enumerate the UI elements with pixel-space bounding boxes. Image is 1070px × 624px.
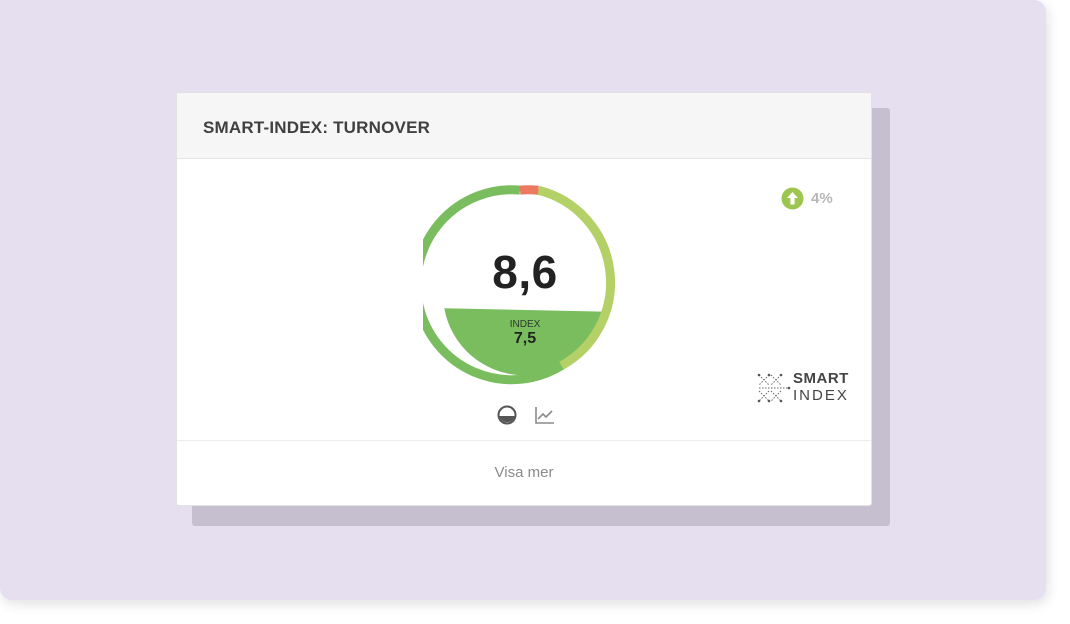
gauge-value: 8,6 (492, 246, 558, 298)
logo-line-2: INDEX (793, 387, 849, 404)
index-gauge: 8,6 INDEX 7,5 (412, 183, 627, 387)
show-more-link[interactable]: Visa mer (177, 464, 871, 481)
gauge-arc-marker (519, 185, 539, 195)
gauge-index-value: 7,5 (513, 330, 537, 347)
view-toggle (493, 403, 559, 427)
arrow-up-circle-icon (781, 187, 804, 210)
card-header: SMART-INDEX: TURNOVER (177, 93, 871, 159)
smart-index-logo-text: SMART INDEX (793, 370, 849, 404)
smart-index-card: SMART-INDEX: TURNOVER 8,6 INDEX 7,5 4% S… (176, 92, 872, 506)
line-chart-icon[interactable] (533, 403, 557, 427)
gauge-view-icon[interactable] (495, 403, 519, 427)
smart-index-logo-mark-icon (757, 373, 791, 403)
gauge-index-label: INDEX (509, 319, 541, 330)
logo-line-1: SMART (793, 370, 849, 387)
smart-index-logo: SMART INDEX (757, 370, 849, 406)
card-title: SMART-INDEX: TURNOVER (203, 118, 431, 137)
trend-indicator: 4% (781, 187, 833, 209)
trend-value: 4% (811, 189, 833, 207)
footer-divider (177, 440, 871, 441)
